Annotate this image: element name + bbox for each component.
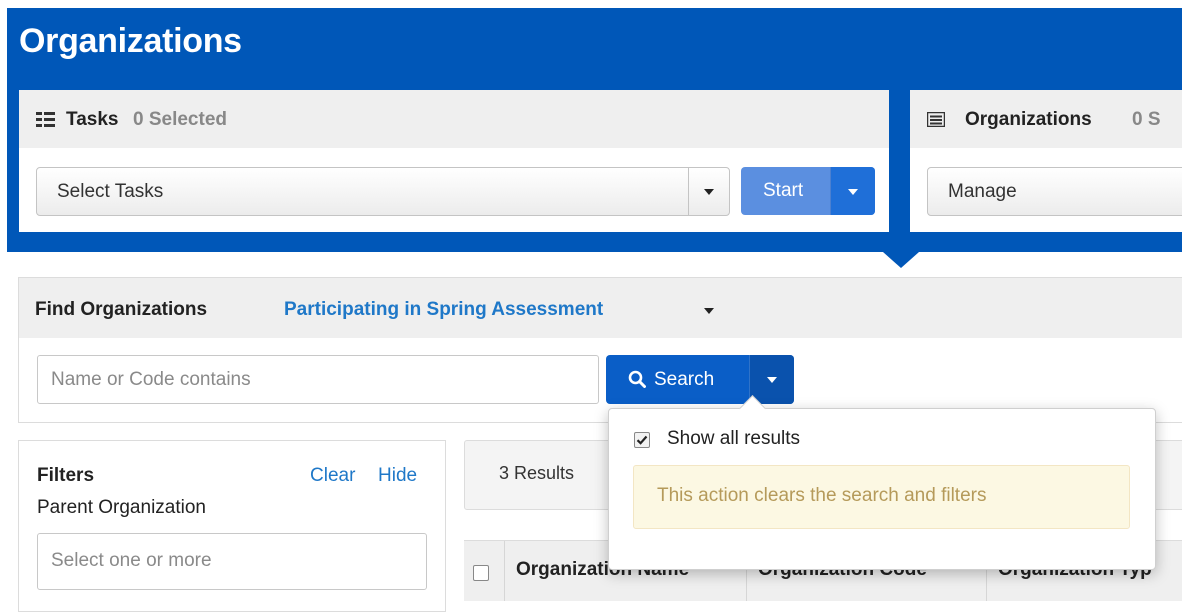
clear-warning-text: This action clears the search and filter…	[657, 485, 987, 506]
column-divider	[504, 541, 505, 601]
tasks-title: Tasks	[66, 109, 119, 130]
search-icon	[628, 370, 646, 394]
hide-filters-link[interactable]: Hide	[378, 465, 417, 487]
scope-chevron-down-icon[interactable]	[704, 308, 714, 314]
header-pointer	[883, 252, 919, 268]
chevron-down-icon	[848, 189, 858, 195]
search-button-label: Search	[654, 369, 715, 390]
organizations-card-title: Organizations	[965, 109, 1092, 130]
show-all-results-checkbox[interactable]	[634, 432, 650, 448]
find-organizations-panel: Find Organizations Participating in Spri…	[18, 277, 1182, 423]
select-tasks-value: Select Tasks	[57, 181, 164, 202]
tasks-selected-count: 0 Selected	[133, 109, 227, 130]
organizations-selected-count: 0 S	[1132, 109, 1161, 130]
clear-filters-link[interactable]: Clear	[310, 465, 355, 487]
tasks-card: Tasks 0 Selected Select Tasks Start	[19, 90, 889, 232]
search-input[interactable]: Name or Code contains	[37, 355, 599, 404]
start-button-label: Start	[763, 180, 804, 201]
checkmark-icon	[636, 435, 648, 445]
search-input-placeholder: Name or Code contains	[51, 369, 251, 390]
start-options-toggle[interactable]	[830, 167, 875, 215]
search-options-toggle[interactable]	[749, 355, 794, 404]
page-title: Organizations	[19, 22, 242, 60]
search-options-popover: Show all results This action clears the …	[608, 395, 1156, 570]
find-organizations-title: Find Organizations	[35, 299, 208, 320]
filters-panel: Filters Clear Hide Parent Organization S…	[18, 440, 446, 612]
list-box-icon	[926, 111, 946, 132]
parent-organization-label: Parent Organization	[37, 497, 206, 518]
manage-dropdown-value: Manage	[948, 181, 1017, 202]
tasks-card-header: Tasks 0 Selected	[19, 90, 889, 148]
select-tasks-dropdown[interactable]: Select Tasks	[36, 167, 730, 216]
parent-organization-select[interactable]: Select one or more	[37, 533, 427, 590]
search-button[interactable]: Search	[606, 355, 794, 404]
chevron-down-icon	[704, 189, 714, 195]
find-organizations-header: Find Organizations Participating in Spri…	[19, 278, 1182, 338]
parent-organization-placeholder: Select one or more	[51, 550, 212, 571]
select-all-checkbox[interactable]	[473, 565, 489, 581]
organizations-card-header: Organizations 0 S	[910, 90, 1182, 148]
organizations-card: Organizations 0 S Manage	[910, 90, 1182, 232]
manage-dropdown[interactable]: Manage	[927, 167, 1182, 216]
clear-warning-note: This action clears the search and filter…	[633, 465, 1130, 529]
results-count: 3 Results	[499, 463, 575, 483]
filters-title: Filters	[37, 465, 95, 486]
select-tasks-toggle[interactable]	[688, 168, 729, 215]
show-all-results-label[interactable]: Show all results	[667, 428, 800, 450]
start-button[interactable]: Start	[741, 167, 875, 215]
chevron-down-icon	[767, 377, 777, 383]
assessment-scope-link[interactable]: Participating in Spring Assessment	[284, 299, 603, 321]
tasks-list-icon	[36, 112, 55, 132]
